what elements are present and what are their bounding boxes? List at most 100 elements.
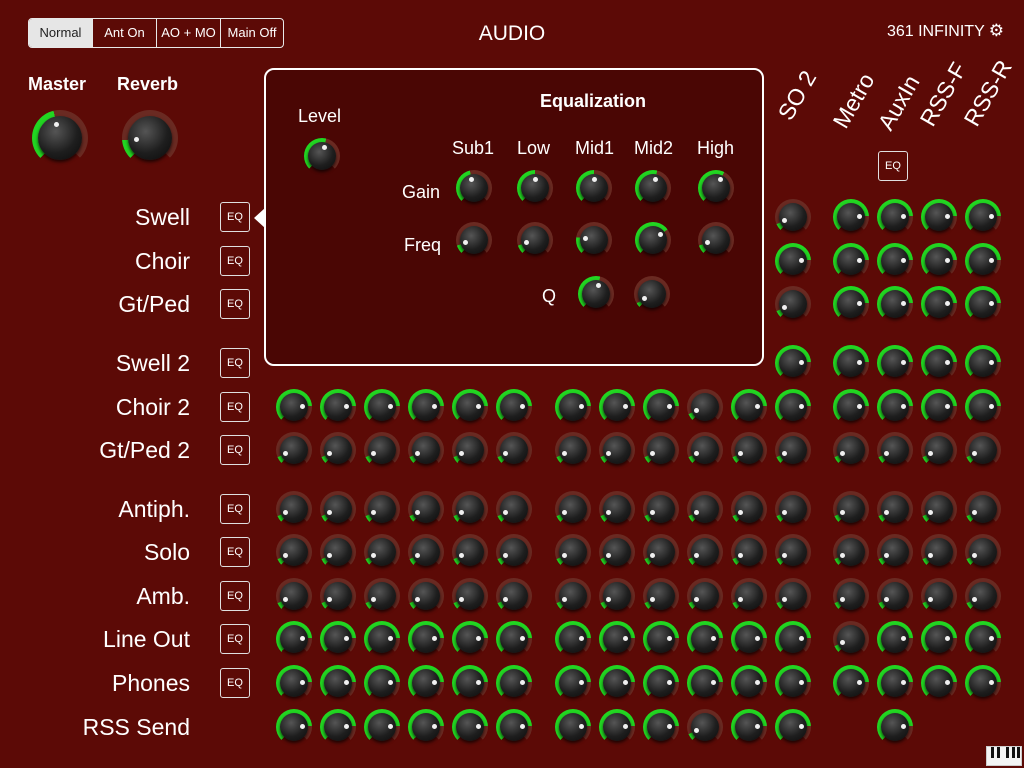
routing-knob[interactable] <box>364 665 400 701</box>
routing-knob[interactable] <box>687 534 723 570</box>
row-eq-button[interactable]: EQ <box>220 581 250 611</box>
routing-knob[interactable] <box>320 389 356 425</box>
routing-knob[interactable] <box>452 578 488 614</box>
routing-knob[interactable] <box>775 199 811 235</box>
routing-knob[interactable] <box>408 665 444 701</box>
routing-knob[interactable] <box>965 432 1001 468</box>
eq-freq-knob[interactable] <box>635 222 671 258</box>
routing-knob[interactable] <box>833 243 869 279</box>
routing-knob[interactable] <box>452 491 488 527</box>
routing-knob[interactable] <box>775 243 811 279</box>
routing-knob[interactable] <box>833 621 869 657</box>
routing-knob[interactable] <box>408 534 444 570</box>
routing-knob[interactable] <box>833 432 869 468</box>
routing-knob[interactable] <box>877 389 913 425</box>
routing-knob[interactable] <box>687 665 723 701</box>
routing-knob[interactable] <box>731 491 767 527</box>
routing-knob[interactable] <box>833 199 869 235</box>
routing-knob[interactable] <box>877 199 913 235</box>
routing-knob[interactable] <box>833 345 869 381</box>
routing-knob[interactable] <box>921 621 957 657</box>
routing-knob[interactable] <box>965 389 1001 425</box>
eq-gain-knob[interactable] <box>517 170 553 206</box>
routing-knob[interactable] <box>496 432 532 468</box>
routing-knob[interactable] <box>877 578 913 614</box>
row-eq-button[interactable]: EQ <box>220 289 250 319</box>
routing-knob[interactable] <box>833 578 869 614</box>
auxin-eq-button[interactable]: EQ <box>878 151 908 181</box>
routing-knob[interactable] <box>965 199 1001 235</box>
routing-knob[interactable] <box>833 665 869 701</box>
routing-knob[interactable] <box>731 578 767 614</box>
routing-knob[interactable] <box>833 491 869 527</box>
routing-knob[interactable] <box>320 432 356 468</box>
routing-knob[interactable] <box>276 491 312 527</box>
routing-knob[interactable] <box>452 621 488 657</box>
routing-knob[interactable] <box>364 534 400 570</box>
gear-icon[interactable]: ⚙ <box>989 21 1004 40</box>
eq-freq-knob[interactable] <box>698 222 734 258</box>
routing-knob[interactable] <box>775 286 811 322</box>
eq-level-knob[interactable] <box>304 138 340 174</box>
routing-knob[interactable] <box>775 578 811 614</box>
routing-knob[interactable] <box>408 389 444 425</box>
routing-knob[interactable] <box>276 534 312 570</box>
eq-freq-knob[interactable] <box>456 222 492 258</box>
row-eq-button[interactable]: EQ <box>220 202 250 232</box>
reverb-knob[interactable] <box>122 110 178 166</box>
row-eq-button[interactable]: EQ <box>220 392 250 422</box>
routing-knob[interactable] <box>364 389 400 425</box>
routing-knob[interactable] <box>775 389 811 425</box>
routing-knob[interactable] <box>496 709 532 745</box>
eq-gain-knob[interactable] <box>456 170 492 206</box>
routing-knob[interactable] <box>775 345 811 381</box>
piano-keys-icon[interactable] <box>986 746 1022 766</box>
routing-knob[interactable] <box>877 432 913 468</box>
routing-knob[interactable] <box>643 389 679 425</box>
routing-knob[interactable] <box>496 665 532 701</box>
routing-knob[interactable] <box>775 621 811 657</box>
routing-knob[interactable] <box>921 345 957 381</box>
routing-knob[interactable] <box>643 432 679 468</box>
routing-knob[interactable] <box>833 534 869 570</box>
routing-knob[interactable] <box>452 389 488 425</box>
routing-knob[interactable] <box>921 199 957 235</box>
routing-knob[interactable] <box>921 534 957 570</box>
routing-knob[interactable] <box>320 621 356 657</box>
routing-knob[interactable] <box>276 432 312 468</box>
row-eq-button[interactable]: EQ <box>220 494 250 524</box>
routing-knob[interactable] <box>643 709 679 745</box>
routing-knob[interactable] <box>877 621 913 657</box>
routing-knob[interactable] <box>775 709 811 745</box>
eq-q-knob[interactable] <box>578 276 614 312</box>
routing-knob[interactable] <box>965 286 1001 322</box>
routing-knob[interactable] <box>320 534 356 570</box>
routing-knob[interactable] <box>877 345 913 381</box>
routing-knob[interactable] <box>965 534 1001 570</box>
routing-knob[interactable] <box>833 286 869 322</box>
routing-knob[interactable] <box>731 709 767 745</box>
routing-knob[interactable] <box>877 243 913 279</box>
routing-knob[interactable] <box>320 578 356 614</box>
routing-knob[interactable] <box>555 491 591 527</box>
routing-knob[interactable] <box>877 534 913 570</box>
routing-knob[interactable] <box>643 621 679 657</box>
routing-knob[interactable] <box>599 709 635 745</box>
routing-knob[interactable] <box>643 665 679 701</box>
eq-freq-knob[interactable] <box>576 222 612 258</box>
row-eq-button[interactable]: EQ <box>220 435 250 465</box>
routing-knob[interactable] <box>364 491 400 527</box>
routing-knob[interactable] <box>599 534 635 570</box>
routing-knob[interactable] <box>687 709 723 745</box>
routing-knob[interactable] <box>921 243 957 279</box>
routing-knob[interactable] <box>687 578 723 614</box>
row-eq-button[interactable]: EQ <box>220 348 250 378</box>
routing-knob[interactable] <box>599 389 635 425</box>
routing-knob[interactable] <box>452 709 488 745</box>
routing-knob[interactable] <box>775 432 811 468</box>
eq-gain-knob[interactable] <box>635 170 671 206</box>
eq-gain-knob[interactable] <box>698 170 734 206</box>
routing-knob[interactable] <box>496 621 532 657</box>
routing-knob[interactable] <box>687 621 723 657</box>
routing-knob[interactable] <box>643 578 679 614</box>
